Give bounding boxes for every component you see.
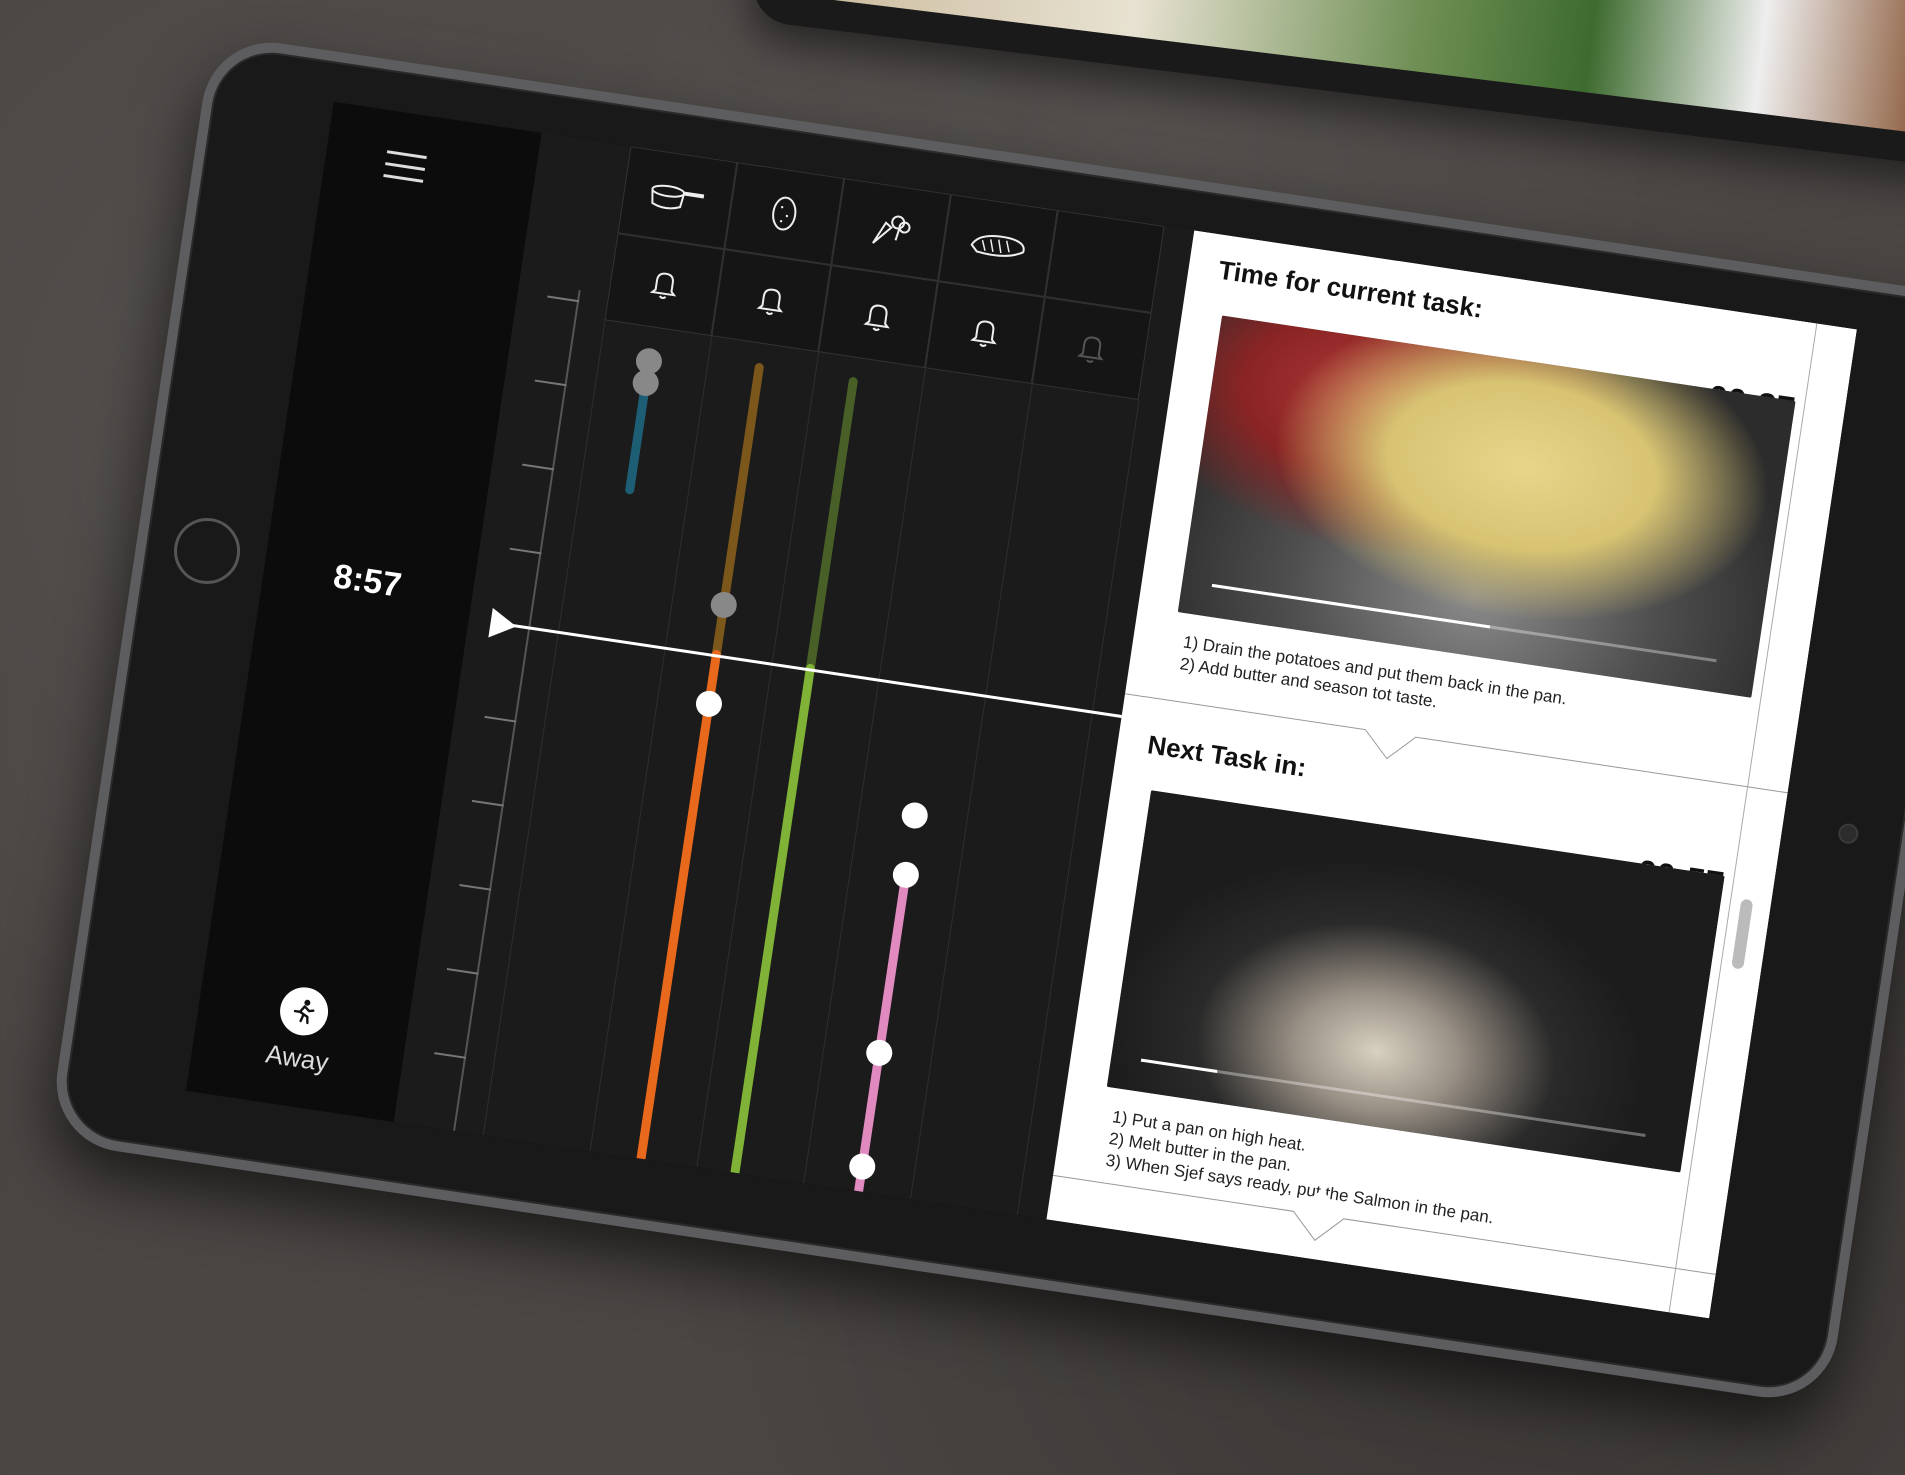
track-vegetables-past (805, 377, 858, 673)
track-marker[interactable] (694, 689, 724, 719)
hamburger-menu-icon[interactable] (383, 150, 427, 186)
track-marker[interactable] (847, 1152, 877, 1182)
tablet-device: 8:57 Away Time for current task: 1) Drai… (47, 33, 1905, 1407)
track-pan (625, 378, 651, 495)
track-vegetables (730, 663, 815, 1178)
away-label: Away (263, 1038, 331, 1078)
background-food-photo (792, 0, 1905, 134)
away-button[interactable]: Away (245, 980, 357, 1081)
track-marker[interactable] (631, 368, 661, 398)
track-marker[interactable] (900, 801, 930, 831)
current-task-progress-fill (1211, 583, 1490, 629)
track-marker[interactable] (891, 860, 921, 890)
next-task-video[interactable] (1106, 790, 1725, 1173)
app-screen: 8:57 Away Time for current task: 1) Drai… (186, 101, 1857, 1319)
current-time-label: 8:57 (330, 557, 404, 605)
current-task-card: Time for current task: 00:27 1) Drain th… (1153, 255, 1814, 799)
track-salmon (854, 870, 911, 1196)
next-task-progress-fill (1140, 1058, 1217, 1073)
track-potato (636, 649, 721, 1164)
panel-scrollbar[interactable] (1731, 898, 1754, 970)
track-marker[interactable] (709, 590, 739, 620)
home-button[interactable] (169, 513, 245, 589)
next-task-card: Next Task in: 00:57 1) Put a pan on high… (1081, 729, 1744, 1283)
track-marker[interactable] (864, 1038, 894, 1068)
running-person-icon (276, 984, 332, 1039)
current-task-video[interactable] (1177, 315, 1796, 698)
camera-icon (1836, 822, 1860, 846)
